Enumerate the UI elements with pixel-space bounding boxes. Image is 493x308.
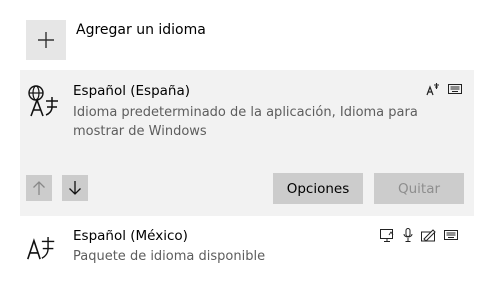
move-up-button[interactable] [26,175,52,201]
handwriting-icon [421,228,436,242]
keyboard-icon [444,230,458,240]
text-to-speech-icon [426,83,439,96]
move-down-button[interactable] [62,175,88,201]
language-item-es-mx[interactable]: Español (México) Paquete de idioma dispo… [20,222,474,272]
arrow-down-icon [69,181,81,195]
language-description: Idioma predeterminado de la aplicación, … [73,105,418,139]
plus-icon [38,32,54,48]
language-name: Español (México) [73,228,188,244]
language-description: Paquete de idioma disponible [73,249,266,264]
keyboard-icon [448,84,462,94]
language-features [380,228,458,242]
remove-button[interactable]: Quitar [374,173,464,204]
add-language-label: Agregar un idioma [76,22,206,38]
options-button[interactable]: Opciones [273,173,363,204]
add-language-button[interactable] [26,20,66,60]
language-name: Español (España) [73,83,191,99]
language-globe-icon [28,85,58,117]
microphone-icon [403,228,413,242]
arrow-up-icon [33,181,45,195]
display-language-icon [380,228,394,242]
add-language-row[interactable]: Agregar un idioma [26,20,206,60]
language-icon [27,237,55,260]
language-item-es-es[interactable]: Español (España) Idioma predeterminado d… [20,70,474,216]
language-features [426,82,462,96]
